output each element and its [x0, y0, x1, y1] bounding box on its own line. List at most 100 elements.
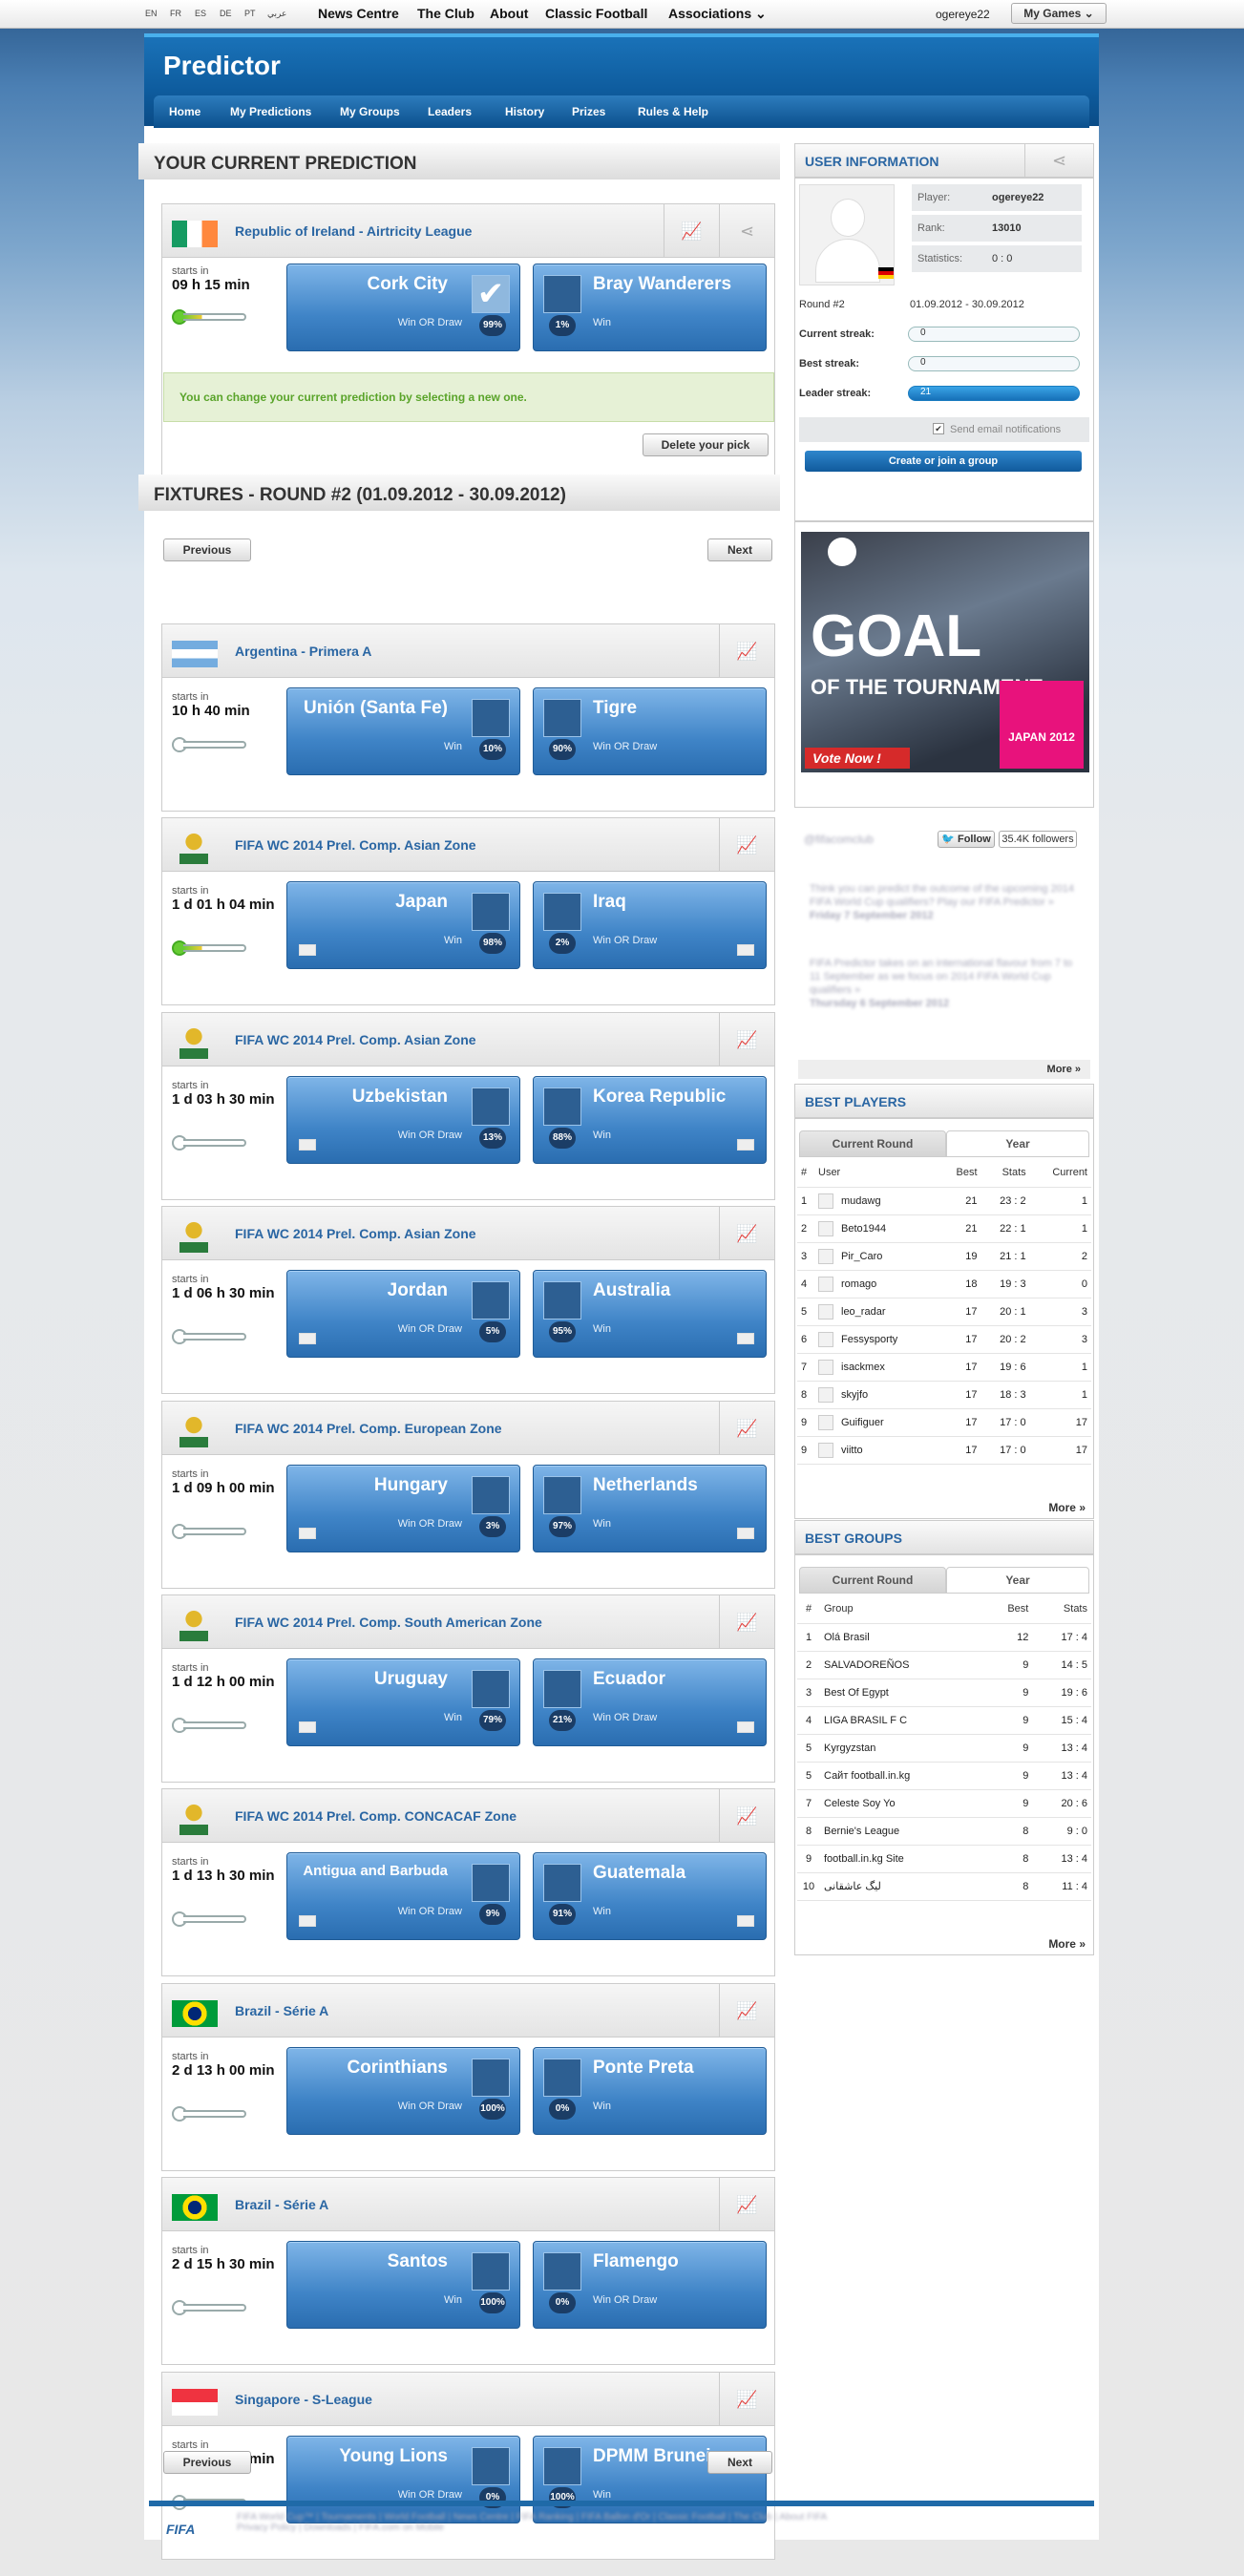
stats-chart-icon[interactable]: 📈	[719, 624, 774, 678]
group-name[interactable]: Best Of Egypt	[820, 1679, 983, 1707]
previous-button-bottom[interactable]: Previous	[163, 2451, 251, 2474]
away-team-card[interactable]: Ponte Preta Win 0%	[533, 2046, 767, 2135]
league-name[interactable]: FIFA WC 2014 Prel. Comp. Asian Zone	[235, 1226, 476, 1241]
best-players-more-link[interactable]: More »	[1048, 1501, 1086, 1514]
menu-rules-help[interactable]: Rules & Help	[638, 105, 708, 118]
league-name[interactable]: Brazil - Série A	[235, 2197, 328, 2212]
nav-about[interactable]: About	[490, 6, 528, 21]
stats-chart-icon[interactable]: 📈	[719, 1207, 774, 1261]
lang-en[interactable]: EN	[145, 9, 158, 18]
menu-prizes[interactable]: Prizes	[572, 105, 605, 118]
group-name[interactable]: Olá Brasil	[820, 1623, 983, 1652]
group-name[interactable]: football.in.kg Site	[820, 1845, 983, 1873]
user-cell[interactable]: Guifiguer	[814, 1408, 940, 1437]
group-name[interactable]: Bernie's League	[820, 1817, 983, 1846]
table-row[interactable]: 1 Olá Brasil 12 17 : 4	[797, 1623, 1091, 1652]
user-cell[interactable]: isackmex	[814, 1353, 940, 1382]
lang-de[interactable]: DE	[220, 9, 232, 18]
nav-associations[interactable]: Associations ⌄	[668, 6, 767, 22]
home-team-card[interactable]: Corinthians Win OR Draw 100%	[286, 2046, 520, 2135]
menu-leaders[interactable]: Leaders	[428, 105, 472, 118]
home-team-card[interactable]: Unión (Santa Fe) Win 10%	[286, 687, 520, 775]
table-row[interactable]: 6 Fessysporty 17 20 : 2 3	[797, 1325, 1091, 1354]
nav-classic-football[interactable]: Classic Football	[545, 6, 647, 21]
league-name[interactable]: Singapore - S-League	[235, 2392, 372, 2407]
table-row[interactable]: 9 viitto 17 17 : 0 17	[797, 1436, 1091, 1465]
lang-fr[interactable]: FR	[170, 9, 181, 18]
stats-chart-icon[interactable]: 📈	[719, 1401, 774, 1455]
league-name[interactable]: Brazil - Série A	[235, 2003, 328, 2018]
stats-chart-icon[interactable]: 📈	[719, 1595, 774, 1649]
lang-ar[interactable]: عربي	[267, 9, 286, 19]
tab-current-round[interactable]: Current Round	[799, 1130, 946, 1157]
menu-my-predictions[interactable]: My Predictions	[230, 105, 311, 118]
stats-chart-icon[interactable]: 📈	[719, 1789, 774, 1844]
user-cell[interactable]: Beto1944	[814, 1214, 940, 1243]
group-name[interactable]: SALVADOREÑOS	[820, 1651, 983, 1679]
lang-pt[interactable]: PT	[244, 9, 256, 18]
menu-my-groups[interactable]: My Groups	[340, 105, 400, 118]
tab-year[interactable]: Year	[946, 1567, 1089, 1594]
away-team-card[interactable]: Australia Win 95%	[533, 1270, 767, 1359]
table-row[interactable]: 5 Сайт football.in.kg 9 13 : 4	[797, 1762, 1091, 1790]
home-team-card[interactable]: Santos Win 100%	[286, 2241, 520, 2330]
share-icon[interactable]: ⋖	[1024, 144, 1093, 177]
stats-chart-icon[interactable]: 📈	[719, 1012, 774, 1066]
user-cell[interactable]: Pir_Caro	[814, 1242, 940, 1271]
group-name[interactable]: لیگ عاشقانی	[820, 1872, 983, 1901]
user-cell[interactable]: viitto	[814, 1436, 940, 1465]
user-cell[interactable]: romago	[814, 1270, 940, 1299]
table-row[interactable]: 5 Kyrgyzstan 9 13 : 4	[797, 1734, 1091, 1763]
table-row[interactable]: 9 Guifiguer 17 17 : 0 17	[797, 1408, 1091, 1437]
table-row[interactable]: 3 Best Of Egypt 9 19 : 6	[797, 1679, 1091, 1707]
table-row[interactable]: 1 mudawg 21 23 : 2 1	[797, 1187, 1091, 1215]
share-icon[interactable]: ⋖	[719, 204, 774, 258]
goal-banner[interactable]: GOAL OF THE TOURNAMENT Vote Now ! JAPAN …	[794, 521, 1094, 808]
next-button-top[interactable]: Next	[707, 538, 772, 561]
away-team-card[interactable]: Ecuador Win OR Draw 21%	[533, 1658, 767, 1746]
stats-chart-icon[interactable]: 📈	[664, 204, 719, 258]
away-team-card[interactable]: Korea Republic Win 88%	[533, 1075, 767, 1164]
table-row[interactable]: 4 LIGA BRASIL F C 9 15 : 4	[797, 1706, 1091, 1735]
home-team-card[interactable]: Uzbekistan Win OR Draw 13%	[286, 1075, 520, 1164]
table-row[interactable]: 5 leo_radar 17 20 : 1 3	[797, 1298, 1091, 1326]
group-name[interactable]: Celeste Soy Yo	[820, 1789, 983, 1818]
nav-the-club[interactable]: The Club	[417, 6, 474, 21]
user-cell[interactable]: mudawg	[814, 1187, 940, 1215]
stats-chart-icon[interactable]: 📈	[719, 818, 774, 873]
tab-current-round[interactable]: Current Round	[799, 1567, 946, 1594]
group-name[interactable]: Сайт football.in.kg	[820, 1762, 983, 1790]
nav-news-centre[interactable]: News Centre	[318, 6, 399, 21]
user-cell[interactable]: Fessysporty	[814, 1325, 940, 1354]
league-name[interactable]: FIFA WC 2014 Prel. Comp. European Zone	[235, 1421, 502, 1436]
away-team-card[interactable]: Guatemala Win 91%	[533, 1852, 767, 1941]
home-team-card[interactable]: Japan Win 98%	[286, 881, 520, 970]
table-row[interactable]: 2 SALVADOREÑOS 9 14 : 5	[797, 1651, 1091, 1679]
stats-chart-icon[interactable]: 📈	[719, 2372, 774, 2426]
league-name[interactable]: FIFA WC 2014 Prel. Comp. Asian Zone	[235, 1032, 476, 1047]
delete-pick-button[interactable]: Delete your pick	[643, 433, 769, 456]
table-row[interactable]: 7 Celeste Soy Yo 9 20 : 6	[797, 1789, 1091, 1818]
user-cell[interactable]: skyjfo	[814, 1381, 940, 1409]
table-row[interactable]: 7 isackmex 17 19 : 6 1	[797, 1353, 1091, 1382]
table-row[interactable]: 8 Bernie's League 8 9 : 0	[797, 1817, 1091, 1846]
league-name[interactable]: Republic of Ireland - Airtricity League	[235, 223, 472, 239]
table-row[interactable]: 10 لیگ عاشقانی 8 11 : 4	[797, 1872, 1091, 1901]
create-join-group-button[interactable]: Create or join a group	[805, 451, 1082, 472]
email-checkbox[interactable]: ✔	[933, 423, 944, 434]
next-button-bottom[interactable]: Next	[707, 2451, 772, 2474]
table-row[interactable]: 3 Pir_Caro 19 21 : 1 2	[797, 1242, 1091, 1271]
previous-button-top[interactable]: Previous	[163, 538, 251, 561]
home-team-card[interactable]: Antigua and Barbuda Win OR Draw 9%	[286, 1852, 520, 1941]
home-team-card[interactable]: Jordan Win OR Draw 5%	[286, 1270, 520, 1359]
league-name[interactable]: FIFA WC 2014 Prel. Comp. South American …	[235, 1615, 542, 1630]
away-team-card[interactable]: Bray Wanderers Win 1%	[533, 264, 767, 351]
username[interactable]: ogereye22	[936, 8, 990, 21]
home-team-card[interactable]: Cork City ✔ Win OR Draw 99%	[286, 264, 520, 351]
away-team-card[interactable]: Tigre Win OR Draw 90%	[533, 687, 767, 775]
stats-chart-icon[interactable]: 📈	[719, 1983, 774, 2038]
table-row[interactable]: 2 Beto1944 21 22 : 1 1	[797, 1214, 1091, 1243]
menu-history[interactable]: History	[505, 105, 544, 118]
my-games-button[interactable]: My Games ⌄	[1011, 3, 1107, 24]
away-team-card[interactable]: Iraq Win OR Draw 2%	[533, 881, 767, 970]
